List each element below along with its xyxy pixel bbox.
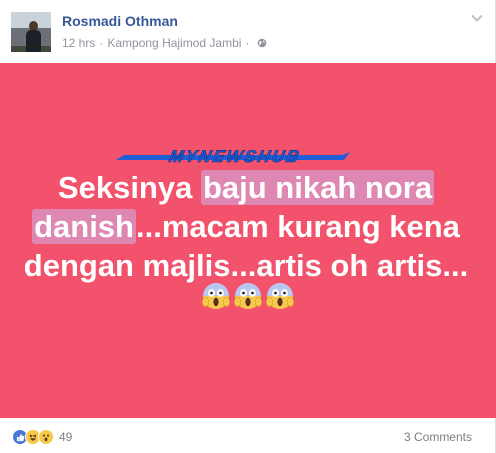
screaming-face-icon — [233, 283, 262, 309]
post-timestamp[interactable]: 12 hrs — [62, 36, 95, 50]
post-meta: 12 hrs · Kampong Hajimod Jambi · — [62, 36, 267, 50]
comments-link[interactable]: 3 Comments — [404, 430, 472, 444]
author-name[interactable]: Rosmadi Othman — [62, 13, 178, 29]
chevron-down-icon[interactable] — [470, 13, 484, 23]
meta-separator: · — [99, 36, 104, 50]
screaming-face-icon — [201, 283, 230, 309]
post-image[interactable]: MYNEWSHUB Seksinya baju nikah nora danis… — [0, 63, 496, 418]
post-footer: 49 3 Comments — [0, 418, 496, 453]
author-avatar[interactable] — [11, 12, 51, 52]
emoji-row — [0, 281, 496, 311]
post-location[interactable]: Kampong Hajimod Jambi — [107, 36, 241, 50]
caption-highlight-2: danish — [32, 209, 136, 244]
mynewshub-logo: MYNEWSHUB — [116, 147, 350, 166]
meta-separator-2: · — [245, 36, 250, 50]
logo-text: MYNEWSHUB — [167, 147, 303, 166]
globe-icon[interactable] — [257, 38, 267, 48]
post-caption: Seksinya baju nikah nora danish...macam … — [12, 168, 480, 285]
reaction-summary[interactable]: 49 — [12, 429, 72, 445]
wow-icon — [38, 429, 54, 445]
facebook-post: Rosmadi Othman 12 hrs · Kampong Hajimod … — [0, 0, 496, 453]
caption-text-1: Seksinya — [57, 170, 201, 205]
caption-highlight-1: baju nikah nora — [200, 170, 435, 205]
post-header: Rosmadi Othman 12 hrs · Kampong Hajimod … — [0, 0, 496, 60]
screaming-face-icon — [265, 283, 294, 309]
reaction-count: 49 — [59, 430, 73, 444]
